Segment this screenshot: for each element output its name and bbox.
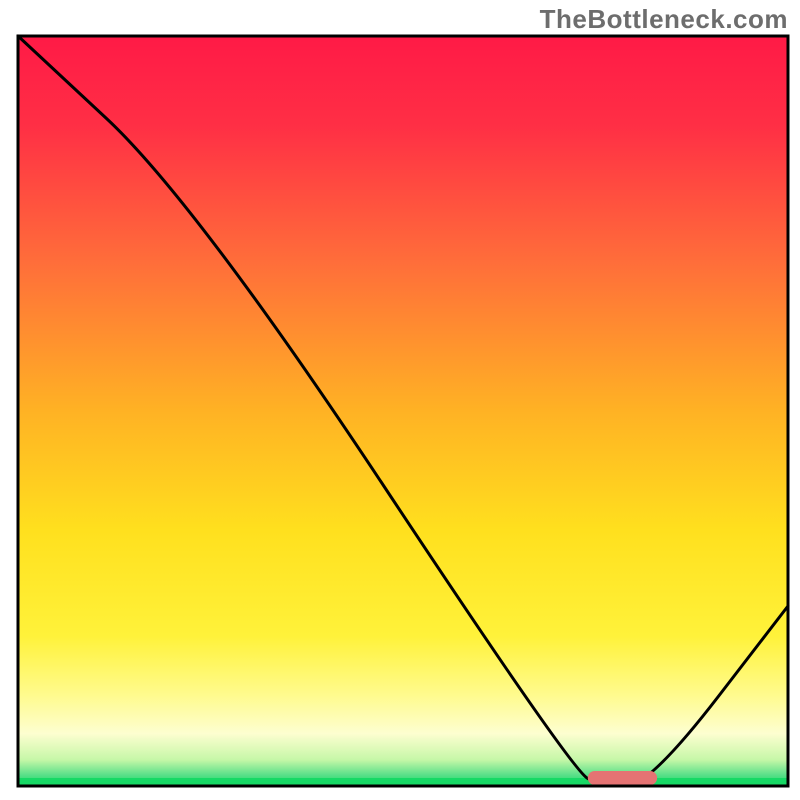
watermark-text: TheBottleneck.com (540, 4, 788, 35)
chart-background (18, 36, 788, 786)
bottleneck-chart (0, 0, 800, 800)
chart-frame: TheBottleneck.com (0, 0, 800, 800)
optimal-range-marker (588, 771, 657, 785)
